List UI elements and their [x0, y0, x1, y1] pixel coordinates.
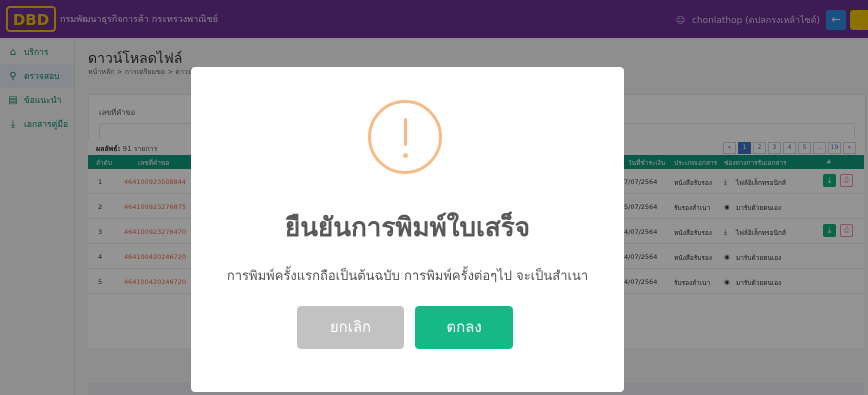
- warning-icon: [368, 100, 442, 174]
- confirm-dialog: ยืนยันการพิมพ์ใบเสร็จ การพิมพ์ครั้งแรกถื…: [191, 67, 624, 392]
- cancel-button[interactable]: ยกเลิก: [297, 306, 404, 349]
- confirm-button[interactable]: ตกลง: [415, 306, 513, 349]
- dialog-message: การพิมพ์ครั้งแรกถือเป็นต้นฉบับ การพิมพ์ค…: [226, 269, 589, 284]
- dialog-title: ยืนยันการพิมพ์ใบเสร็จ: [285, 213, 530, 243]
- warning-icon-dot: [403, 153, 408, 158]
- warning-icon-bar: [404, 118, 407, 146]
